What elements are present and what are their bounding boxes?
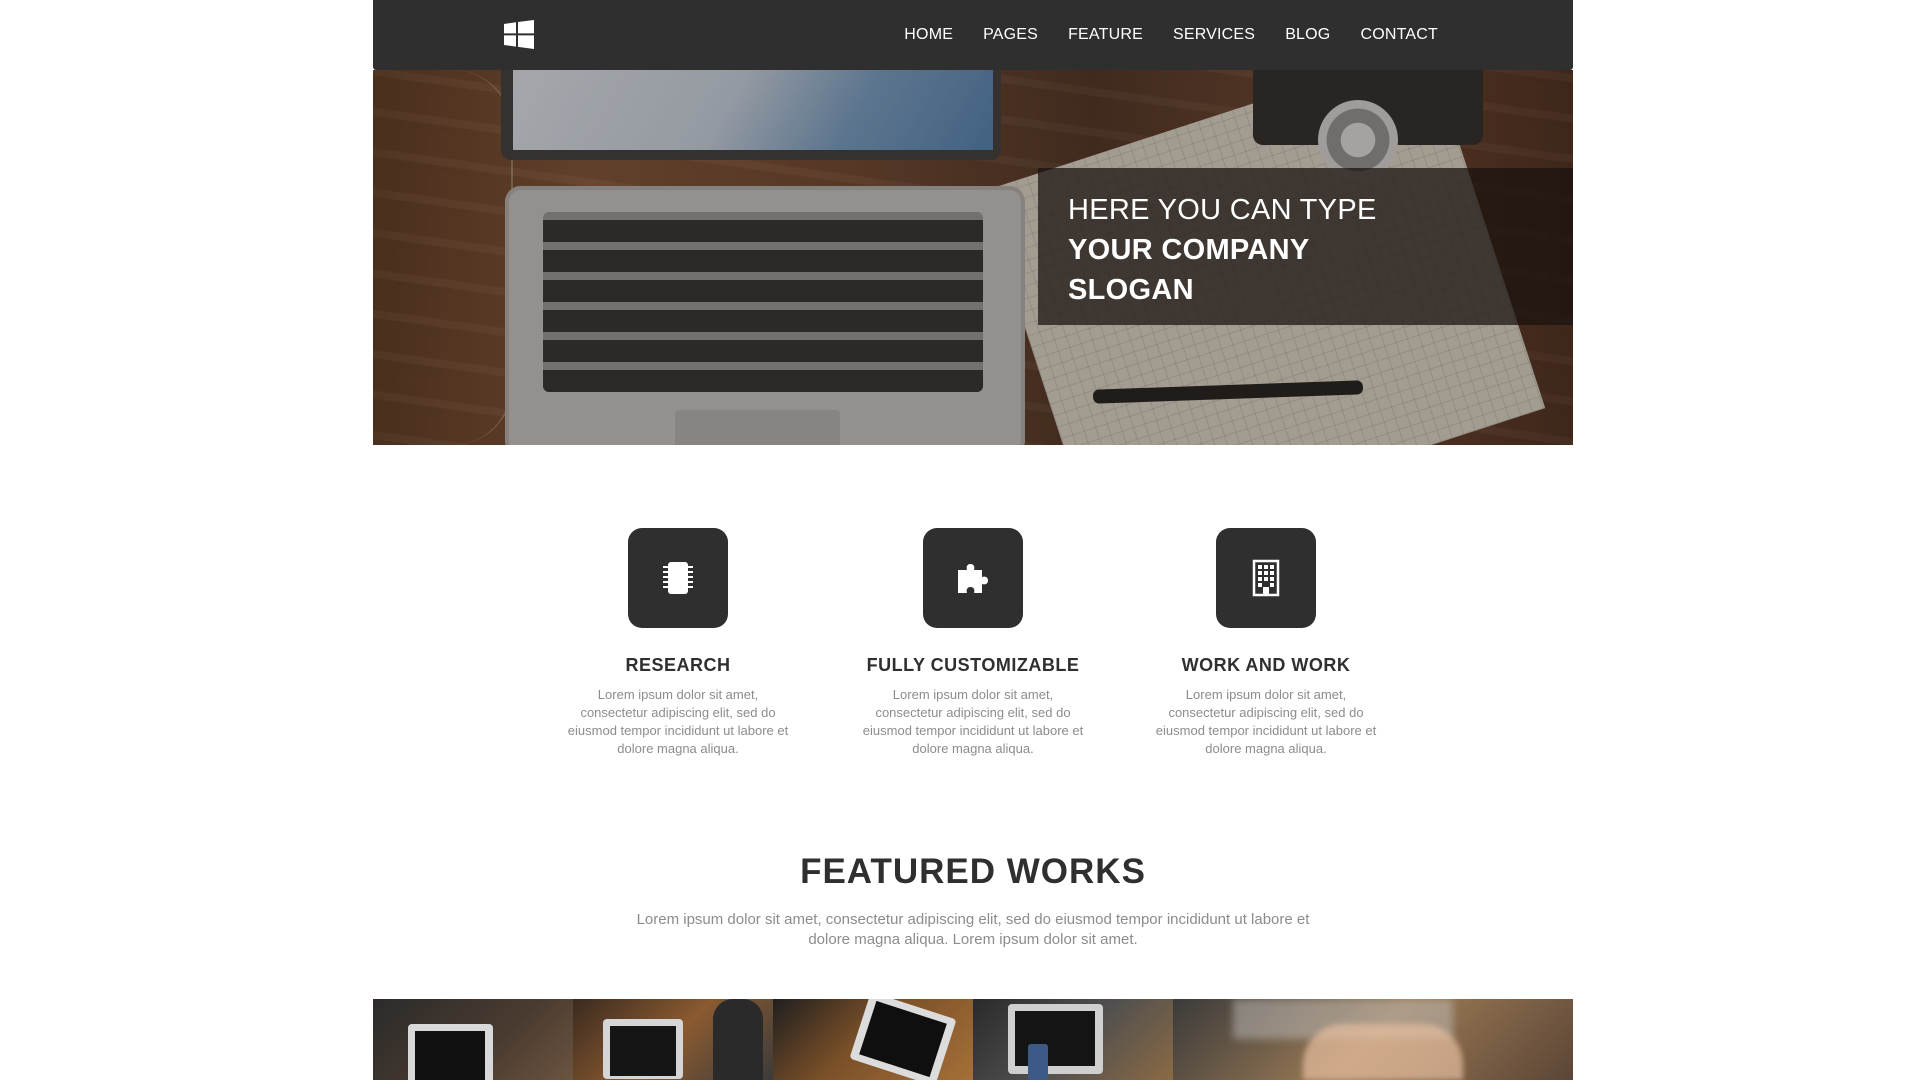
main-nav: HOME PAGES FEATURE SERVICES BLOG CONTACT <box>889 0 1438 70</box>
hero-banner: HERE YOU CAN TYPE YOUR COMPANY SLOGAN <box>373 70 1573 445</box>
hero-slogan-line-1: HERE YOU CAN TYPE <box>1068 194 1377 226</box>
building-icon <box>1216 528 1316 628</box>
nav-contact-link[interactable]: CONTACT <box>1345 26 1438 44</box>
work-thumbnail[interactable] <box>1173 999 1573 1080</box>
navbar: HOME PAGES FEATURE SERVICES BLOG CONTACT <box>373 0 1573 70</box>
puzzle-icon <box>923 528 1023 628</box>
feature-research-title: RESEARCH <box>625 655 731 675</box>
work-thumbnail[interactable] <box>973 999 1173 1080</box>
nav-services-link[interactable]: SERVICES <box>1158 26 1270 44</box>
features-section: RESEARCH Lorem ipsum dolor sit amet, con… <box>373 528 1573 768</box>
nav-feature-link[interactable]: FEATURE <box>1053 26 1158 44</box>
work-thumbnail[interactable] <box>773 999 973 1080</box>
featured-works-subtitle: Lorem ipsum dolor sit amet, consectetur … <box>636 911 1310 948</box>
nav-home-link[interactable]: HOME <box>889 26 968 44</box>
feature-work: WORK AND WORK Lorem ipsum dolor sit amet… <box>1141 528 1391 758</box>
work-thumbnail[interactable] <box>373 999 573 1080</box>
thumb-person-graphic <box>713 999 763 1080</box>
thumb-hand-graphic <box>1303 1024 1463 1080</box>
nav-pages-link[interactable]: PAGES <box>968 26 1053 44</box>
thumb-screen-graphic <box>415 1031 485 1080</box>
feature-work-text: Lorem ipsum dolor sit amet, consectetur … <box>1155 687 1377 756</box>
chip-icon <box>628 528 728 628</box>
feature-work-title: WORK AND WORK <box>1181 655 1351 675</box>
page: HOME PAGES FEATURE SERVICES BLOG CONTACT… <box>373 0 1573 1080</box>
nav-blog-link[interactable]: BLOG <box>1270 26 1345 44</box>
windows-logo-icon[interactable] <box>504 20 534 49</box>
thumb-screen-graphic <box>1015 1011 1095 1066</box>
feature-research-text: Lorem ipsum dolor sit amet, consectetur … <box>567 687 789 756</box>
feature-research: RESEARCH Lorem ipsum dolor sit amet, con… <box>553 528 803 758</box>
hero-slogan-line-2: YOUR COMPANY <box>1068 234 1310 266</box>
featured-works-title: FEATURED WORKS <box>800 852 1146 891</box>
feature-customizable-text: Lorem ipsum dolor sit amet, consectetur … <box>862 687 1084 756</box>
hero-slogan-box: HERE YOU CAN TYPE YOUR COMPANY SLOGAN <box>1038 168 1573 325</box>
feature-customizable: FULLY CUSTOMIZABLE Lorem ipsum dolor sit… <box>848 528 1098 758</box>
works-gallery <box>373 999 1573 1080</box>
thumb-phone-graphic <box>1028 1044 1048 1080</box>
work-thumbnail[interactable] <box>573 999 773 1080</box>
hero-slogan-line-3: SLOGAN <box>1068 274 1194 306</box>
feature-customizable-title: FULLY CUSTOMIZABLE <box>866 655 1080 675</box>
thumb-screen-graphic <box>610 1026 676 1076</box>
